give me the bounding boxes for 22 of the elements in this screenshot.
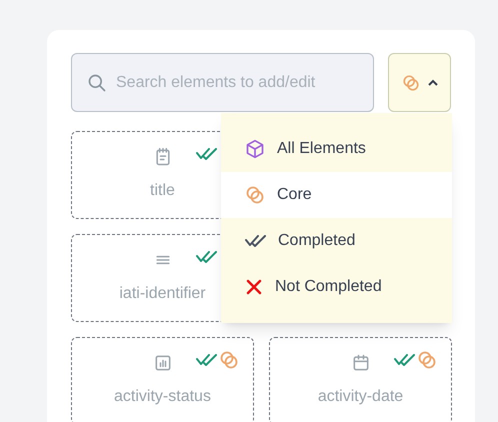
calendar-icon bbox=[350, 353, 370, 373]
search-icon bbox=[87, 73, 107, 93]
search-field[interactable]: Search elements to add/edit bbox=[71, 53, 374, 112]
menu-item[interactable]: Core bbox=[221, 172, 452, 218]
overlapping-rings-icon bbox=[219, 350, 239, 370]
bar-chart-icon bbox=[152, 353, 172, 373]
chevron-icon bbox=[428, 78, 438, 86]
element-label: activity-status bbox=[114, 387, 211, 407]
element-label: activity-date bbox=[318, 387, 404, 407]
double-check-icon bbox=[394, 354, 415, 366]
double-check-icon bbox=[196, 251, 217, 263]
overlapping-rings-icon bbox=[402, 74, 420, 92]
overlapping-rings-icon bbox=[245, 185, 265, 205]
filter-button[interactable] bbox=[388, 53, 451, 112]
element-label: iati-identifier bbox=[119, 284, 206, 304]
double-check-icon bbox=[196, 148, 217, 160]
double-check-icon bbox=[245, 235, 266, 247]
overlapping-rings-icon bbox=[417, 350, 437, 370]
element-label: title bbox=[150, 181, 175, 201]
double-check-icon bbox=[196, 354, 217, 366]
cross-icon bbox=[245, 278, 263, 296]
cube-icon bbox=[245, 139, 265, 159]
